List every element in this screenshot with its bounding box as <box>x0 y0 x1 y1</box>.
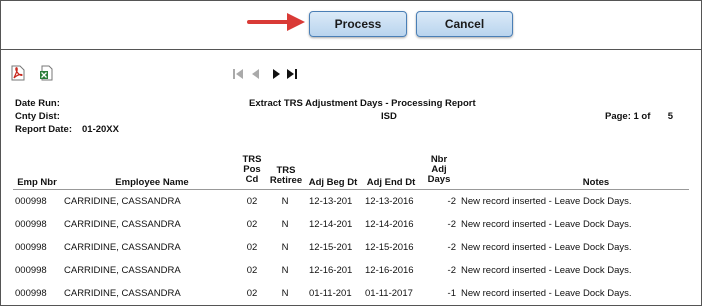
cell-adj-beg-dt: 12-16-201 <box>309 265 353 276</box>
cell-notes: New record inserted - Leave Dock Days. <box>461 242 632 253</box>
col-header-nbr-adj-days: Nbr Adj Days <box>423 155 455 185</box>
cell-emp-nbr: 000998 <box>15 242 47 253</box>
cell-notes: New record inserted - Leave Dock Days. <box>461 288 632 299</box>
table-row: 000998 CARRIDINE, CASSANDRA 02 N 12-15-2… <box>1 236 701 258</box>
cell-trs-pos-cd: 02 <box>246 265 258 276</box>
cell-adj-beg-dt: 12-15-201 <box>309 242 353 253</box>
cell-adj-beg-dt: 12-14-201 <box>309 219 353 230</box>
table-row: 000998 CARRIDINE, CASSANDRA 02 N 12-14-2… <box>1 213 701 235</box>
col-header-notes: Notes <box>582 177 610 188</box>
cell-trs-retiree: N <box>281 219 289 230</box>
cell-notes: New record inserted - Leave Dock Days. <box>461 265 632 276</box>
process-button[interactable]: Process <box>309 11 407 37</box>
col-header-trs-retiree: TRS Retiree <box>269 166 303 186</box>
cell-adj-end-dt: 12-13-2016 <box>365 196 414 207</box>
report-date-value: 01-20XX <box>82 124 119 135</box>
cell-employee-name: CARRIDINE, CASSANDRA <box>64 265 181 276</box>
col-header-trs-pos-cd: TRS Pos Cd <box>237 155 267 185</box>
cell-emp-nbr: 000998 <box>15 196 47 207</box>
col-header-adj-beg-dt: Adj Beg Dt <box>308 177 358 188</box>
cell-nbr-adj-days: -2 <box>447 196 456 207</box>
action-bar: Process Cancel <box>1 1 701 47</box>
previous-page-icon[interactable] <box>251 69 259 79</box>
col-header-adj-end-dt: Adj End Dt <box>366 177 416 188</box>
cnty-dist-label: Cnty Dist: <box>15 111 60 122</box>
cell-adj-beg-dt: 01-11-201 <box>309 288 352 299</box>
report-date-label: Report Date: <box>15 124 73 135</box>
page-text: Page: 1 of <box>605 111 651 122</box>
cell-trs-pos-cd: 02 <box>246 196 258 207</box>
next-page-icon[interactable] <box>273 69 281 79</box>
table-row: 000998 CARRIDINE, CASSANDRA 02 N 01-11-2… <box>1 282 701 304</box>
cell-employee-name: CARRIDINE, CASSANDRA <box>64 242 181 253</box>
cell-trs-retiree: N <box>281 265 289 276</box>
col-header-emp-nbr: Emp Nbr <box>17 177 57 188</box>
cell-employee-name: CARRIDINE, CASSANDRA <box>64 219 181 230</box>
table-row: 000998 CARRIDINE, CASSANDRA 02 N 12-13-2… <box>1 190 701 212</box>
col-header-employee-name: Employee Name <box>115 177 189 188</box>
cell-emp-nbr: 000998 <box>15 219 47 230</box>
report-toolbar <box>1 59 701 85</box>
report-window: Process Cancel Date Run: Cnty Dist: Repo… <box>0 0 702 306</box>
cell-adj-end-dt: 12-14-2016 <box>365 219 414 230</box>
col-header-line: Days <box>427 174 451 185</box>
cell-employee-name: CARRIDINE, CASSANDRA <box>64 288 181 299</box>
cell-emp-nbr: 000998 <box>15 288 47 299</box>
cell-trs-retiree: N <box>281 242 289 253</box>
cell-notes: New record inserted - Leave Dock Days. <box>461 219 632 230</box>
cell-nbr-adj-days: -2 <box>447 265 456 276</box>
cell-trs-retiree: N <box>281 196 289 207</box>
first-page-icon[interactable] <box>233 69 243 79</box>
cell-nbr-adj-days: -1 <box>447 288 456 299</box>
cell-trs-retiree: N <box>281 288 289 299</box>
excel-export-icon[interactable] <box>39 65 53 81</box>
table-row: 000998 CARRIDINE, CASSANDRA 02 N 12-16-2… <box>1 259 701 281</box>
cell-emp-nbr: 000998 <box>15 265 47 276</box>
district-name: ISD <box>381 111 397 122</box>
last-page-icon[interactable] <box>287 69 297 79</box>
report-title: Extract TRS Adjustment Days - Processing… <box>249 98 476 109</box>
cancel-button[interactable]: Cancel <box>416 11 513 37</box>
cell-adj-beg-dt: 12-13-201 <box>309 196 353 207</box>
cell-trs-pos-cd: 02 <box>246 288 258 299</box>
cell-adj-end-dt: 01-11-2017 <box>365 288 413 299</box>
cell-nbr-adj-days: -2 <box>447 219 456 230</box>
cell-employee-name: CARRIDINE, CASSANDRA <box>64 196 181 207</box>
cell-adj-end-dt: 12-15-2016 <box>365 242 414 253</box>
date-run-label: Date Run: <box>15 98 60 109</box>
page-indicator: Page: 1 of 5 <box>605 111 673 122</box>
cell-notes: New record inserted - Leave Dock Days. <box>461 196 632 207</box>
cell-trs-pos-cd: 02 <box>246 219 258 230</box>
divider <box>1 49 701 50</box>
cell-adj-end-dt: 12-16-2016 <box>365 265 414 276</box>
red-arrow-icon <box>247 13 305 31</box>
col-header-line: Cd <box>245 174 259 185</box>
col-header-line: Retiree <box>269 175 303 186</box>
page-total: 5 <box>667 111 673 122</box>
cell-trs-pos-cd: 02 <box>246 242 258 253</box>
cell-nbr-adj-days: -2 <box>447 242 456 253</box>
pdf-export-icon[interactable] <box>11 65 25 81</box>
